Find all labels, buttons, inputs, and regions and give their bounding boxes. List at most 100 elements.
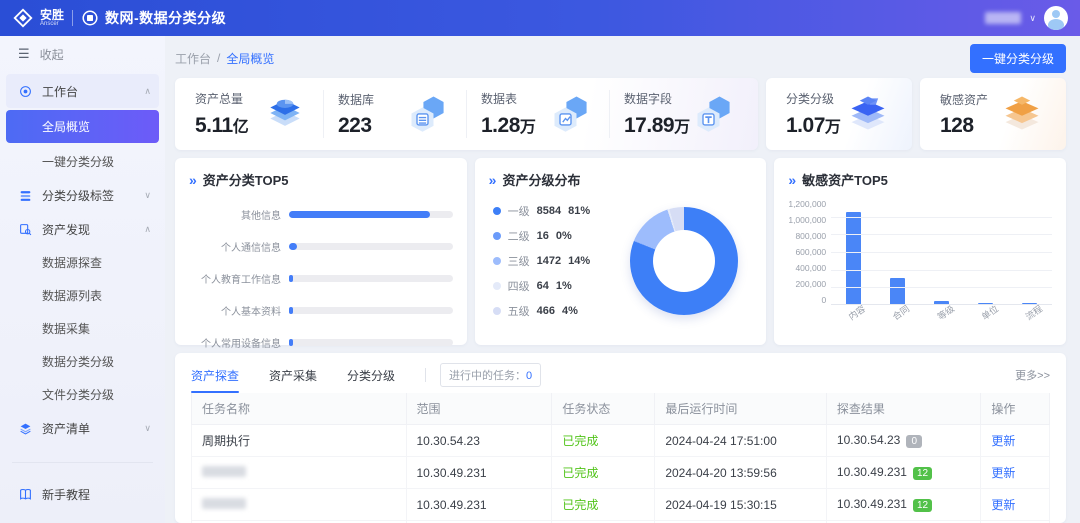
tab-asset-collect[interactable]: 资产采集 xyxy=(269,363,317,393)
legend-percent: 81% xyxy=(568,205,590,217)
update-link[interactable]: 更新 xyxy=(991,434,1015,448)
stat-label: 敏感资产 xyxy=(940,91,988,108)
more-link[interactable]: 更多>> xyxy=(1015,367,1050,383)
sidebar-subitem[interactable]: 数据源列表 xyxy=(0,279,165,312)
update-link[interactable]: 更新 xyxy=(991,498,1015,512)
result-cell: 10.30.49.23112 xyxy=(826,489,980,521)
last-run-cell: 2024-04-20 13:59:56 xyxy=(655,457,827,489)
sidebar-item-4[interactable]: 安全扫描∨ xyxy=(0,445,165,452)
sidebar-collapse[interactable]: ☰ 收起 xyxy=(0,36,165,72)
chart-title-row: » 敏感资产TOP5 xyxy=(788,170,1052,189)
stat-value: 5.11亿 xyxy=(195,113,248,138)
column-header: 操作 xyxy=(981,393,1050,425)
stat-label: 数据表 xyxy=(481,90,535,107)
hbar-track xyxy=(289,307,453,314)
app-logo-icon xyxy=(81,9,99,27)
hbar-row: 个人通信信息 xyxy=(189,239,453,254)
legend-dot xyxy=(493,257,501,265)
sidebar-subitem[interactable]: 一键分类分级 xyxy=(0,145,165,178)
hbar-row: 其他信息 xyxy=(189,207,453,222)
column-header: 任务名称 xyxy=(192,393,407,425)
stat-value: 1.28万 xyxy=(481,113,535,138)
sidebar-subitem[interactable]: 数据分类分级 xyxy=(0,345,165,378)
hbar-row: 个人基本资料 xyxy=(189,303,453,318)
task-name-cell xyxy=(192,489,407,521)
tab-classify-grade[interactable]: 分类分级 xyxy=(347,363,395,393)
result-cell: 10.30.54.230 xyxy=(826,425,980,457)
hbar-track xyxy=(289,339,453,346)
table-row[interactable]: 10.30.49.231已完成2024-04-20 13:59:5610.30.… xyxy=(192,457,1050,489)
stat-value: 1.07万 xyxy=(786,113,840,138)
sidebar-item-0[interactable]: 工作台∧ xyxy=(6,74,159,108)
workbench-icon xyxy=(18,84,32,98)
layers-blue-icon xyxy=(263,91,309,137)
inventory-icon xyxy=(18,421,32,435)
donut-chart-area: 一级858481%二级160%三级147214%四级641%五级4664% xyxy=(489,203,753,319)
tabs-separator xyxy=(425,368,426,382)
legend-label: 四级 xyxy=(508,278,530,294)
update-link[interactable]: 更新 xyxy=(991,466,1015,480)
result-badge: 0 xyxy=(906,435,922,448)
legend-percent: 1% xyxy=(556,280,572,292)
x-axis-labels: 内容合同等级单位流程 xyxy=(831,307,1052,320)
legend-percent: 14% xyxy=(568,255,590,267)
hamburger-icon[interactable]: ☰ xyxy=(18,46,30,62)
sidebar-item-3[interactable]: 资产清单∨ xyxy=(0,411,165,445)
one-click-classify-button[interactable]: 一键分类分级 xyxy=(970,44,1066,73)
redacted-text xyxy=(202,466,246,477)
table-row[interactable]: 周期执行10.30.54.23已完成2024-04-24 17:51:0010.… xyxy=(192,425,1050,457)
sidebar-item-1[interactable]: 分类分级标签∨ xyxy=(0,178,165,212)
hbar-track xyxy=(289,243,453,250)
table-row[interactable]: 10.30.49.231已完成2024-04-19 15:30:1510.30.… xyxy=(192,489,1050,521)
legend-row[interactable]: 三级147214% xyxy=(493,253,591,269)
hbar-label: 个人通信信息 xyxy=(189,239,281,254)
hbar-track xyxy=(289,275,453,282)
user-avatar[interactable] xyxy=(1044,6,1068,30)
chart-title: 资产分级分布 xyxy=(502,170,580,189)
sidebar-subitem[interactable]: 全局概览 xyxy=(6,110,159,143)
breadcrumb-workbench[interactable]: 工作台 xyxy=(175,50,211,67)
legend-row[interactable]: 四级641% xyxy=(493,278,591,294)
sidebar-item-tutorial[interactable]: 新手教程 xyxy=(0,477,165,511)
scope-cell: 10.30.54.23 xyxy=(406,425,552,457)
sidebar: ☰ 收起 工作台∧全局概览一键分类分级分类分级标签∨资产发现∧数据源探查数据源列… xyxy=(0,36,165,523)
chart-marker-icon: » xyxy=(189,172,197,188)
legend-row[interactable]: 二级160% xyxy=(493,228,591,244)
action-cell: 更新 xyxy=(981,489,1050,521)
hbar-label: 其他信息 xyxy=(189,207,281,222)
header-divider xyxy=(72,10,73,26)
sidebar-subitem[interactable]: 文件分类分级 xyxy=(0,378,165,411)
stat-item: 敏感资产128 xyxy=(926,90,1060,138)
hex-field-icon xyxy=(692,91,738,137)
sidebar-subitem[interactable]: 数据源探查 xyxy=(0,246,165,279)
caret-up-icon: ∧ xyxy=(144,86,151,97)
sidebar-menu: 工作台∧全局概览一键分类分级分类分级标签∨资产发现∧数据源探查数据源列表数据采集… xyxy=(0,72,165,452)
stat-item: 资产总量5.11亿 xyxy=(181,90,323,138)
legend-value: 1472 xyxy=(537,255,561,267)
tab-asset-probe[interactable]: 资产探查 xyxy=(191,363,239,393)
hex-table-icon xyxy=(549,91,595,137)
tasks-card: 资产探查 资产采集 分类分级 进行中的任务：0 更多>> 任务名称范围任务状态最… xyxy=(175,353,1066,523)
legend-label: 二级 xyxy=(508,228,530,244)
legend-row[interactable]: 一级858481% xyxy=(493,203,591,219)
stat-label: 分类分级 xyxy=(786,90,840,107)
result-cell: 10.30.49.23112 xyxy=(826,457,980,489)
sidebar-subitem[interactable]: 数据采集 xyxy=(0,312,165,345)
tags-icon xyxy=(18,188,32,202)
stat-item: 数据表 1.28万 xyxy=(466,90,609,138)
tutorial-icon xyxy=(18,487,32,501)
legend-row[interactable]: 五级4664% xyxy=(493,303,591,319)
stack-blue-icon xyxy=(846,91,892,137)
vertical-bar-chart: 1,200,0001,000,000800,000600,000400,0002… xyxy=(788,199,1052,327)
legend-label: 五级 xyxy=(508,303,530,319)
stats-row: 资产总量5.11亿数据库223数据表1.28万数据字段17.89万 分类分级1.… xyxy=(175,78,1066,150)
hbar-row: 个人常用设备信息 xyxy=(189,335,453,350)
chevron-down-icon[interactable]: ∨ xyxy=(1029,13,1036,24)
brand-name-cn: 安胜 xyxy=(40,9,64,21)
sidebar-item-2[interactable]: 资产发现∧ xyxy=(0,212,165,246)
stat-item: 数据字段17.89万 xyxy=(609,90,752,138)
bar xyxy=(890,278,905,304)
tasks-table: 任务名称范围任务状态最后运行时间探查结果操作 周期执行10.30.54.23已完… xyxy=(191,393,1050,523)
legend-value: 8584 xyxy=(537,205,561,217)
main-content: 工作台 / 全局概览 一键分类分级 资产总量5.11亿数据库223数据表1.28… xyxy=(165,36,1080,523)
